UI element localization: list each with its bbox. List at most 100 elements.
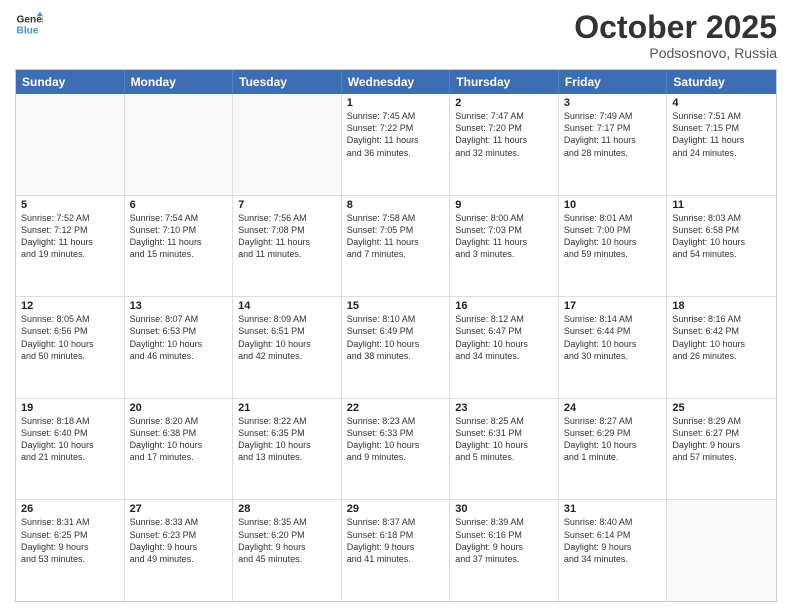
day-number: 23 [455,402,553,414]
day-number: 22 [347,402,445,414]
day-number: 3 [564,97,662,109]
header-cell-sunday: Sunday [16,70,125,94]
cal-cell: 27Sunrise: 8:33 AMSunset: 6:23 PMDayligh… [125,500,234,601]
day-number: 4 [672,97,771,109]
cal-cell: 26Sunrise: 8:31 AMSunset: 6:25 PMDayligh… [16,500,125,601]
cal-cell: 22Sunrise: 8:23 AMSunset: 6:33 PMDayligh… [342,399,451,500]
cell-text: Sunrise: 8:23 AMSunset: 6:33 PMDaylight:… [347,415,445,464]
day-number: 18 [672,300,771,312]
cal-cell: 14Sunrise: 8:09 AMSunset: 6:51 PMDayligh… [233,297,342,398]
day-number: 16 [455,300,553,312]
month-title: October 2025 [574,10,777,45]
cal-cell: 20Sunrise: 8:20 AMSunset: 6:38 PMDayligh… [125,399,234,500]
cal-row-1: 5Sunrise: 7:52 AMSunset: 7:12 PMDaylight… [16,196,776,298]
day-number: 1 [347,97,445,109]
cal-row-3: 19Sunrise: 8:18 AMSunset: 6:40 PMDayligh… [16,399,776,501]
day-number: 6 [130,199,228,211]
cal-cell [125,94,234,195]
cell-text: Sunrise: 7:49 AMSunset: 7:17 PMDaylight:… [564,110,662,159]
svg-text:Blue: Blue [17,25,39,36]
cell-text: Sunrise: 8:07 AMSunset: 6:53 PMDaylight:… [130,313,228,362]
cell-text: Sunrise: 8:01 AMSunset: 7:00 PMDaylight:… [564,212,662,261]
cell-text: Sunrise: 7:51 AMSunset: 7:15 PMDaylight:… [672,110,771,159]
cell-text: Sunrise: 8:12 AMSunset: 6:47 PMDaylight:… [455,313,553,362]
cal-cell: 5Sunrise: 7:52 AMSunset: 7:12 PMDaylight… [16,196,125,297]
day-number: 21 [238,402,336,414]
cal-row-0: 1Sunrise: 7:45 AMSunset: 7:22 PMDaylight… [16,94,776,196]
day-number: 31 [564,503,662,515]
header-cell-friday: Friday [559,70,668,94]
cell-text: Sunrise: 8:25 AMSunset: 6:31 PMDaylight:… [455,415,553,464]
day-number: 14 [238,300,336,312]
day-number: 13 [130,300,228,312]
cell-text: Sunrise: 8:33 AMSunset: 6:23 PMDaylight:… [130,516,228,565]
cal-cell [667,500,776,601]
day-number: 9 [455,199,553,211]
day-number: 24 [564,402,662,414]
header-cell-thursday: Thursday [450,70,559,94]
cal-cell: 23Sunrise: 8:25 AMSunset: 6:31 PMDayligh… [450,399,559,500]
day-number: 20 [130,402,228,414]
header-cell-wednesday: Wednesday [342,70,451,94]
cell-text: Sunrise: 8:22 AMSunset: 6:35 PMDaylight:… [238,415,336,464]
cell-text: Sunrise: 8:03 AMSunset: 6:58 PMDaylight:… [672,212,771,261]
cell-text: Sunrise: 8:37 AMSunset: 6:18 PMDaylight:… [347,516,445,565]
cal-cell: 19Sunrise: 8:18 AMSunset: 6:40 PMDayligh… [16,399,125,500]
day-number: 19 [21,402,119,414]
cal-cell: 9Sunrise: 8:00 AMSunset: 7:03 PMDaylight… [450,196,559,297]
cal-cell: 3Sunrise: 7:49 AMSunset: 7:17 PMDaylight… [559,94,668,195]
cal-cell [233,94,342,195]
header-cell-saturday: Saturday [667,70,776,94]
header-cell-tuesday: Tuesday [233,70,342,94]
day-number: 12 [21,300,119,312]
cell-text: Sunrise: 8:09 AMSunset: 6:51 PMDaylight:… [238,313,336,362]
cal-cell: 8Sunrise: 7:58 AMSunset: 7:05 PMDaylight… [342,196,451,297]
cell-text: Sunrise: 7:45 AMSunset: 7:22 PMDaylight:… [347,110,445,159]
cal-cell: 29Sunrise: 8:37 AMSunset: 6:18 PMDayligh… [342,500,451,601]
day-number: 28 [238,503,336,515]
cell-text: Sunrise: 8:16 AMSunset: 6:42 PMDaylight:… [672,313,771,362]
cell-text: Sunrise: 8:20 AMSunset: 6:38 PMDaylight:… [130,415,228,464]
cell-text: Sunrise: 8:35 AMSunset: 6:20 PMDaylight:… [238,516,336,565]
cell-text: Sunrise: 8:27 AMSunset: 6:29 PMDaylight:… [564,415,662,464]
cell-text: Sunrise: 8:40 AMSunset: 6:14 PMDaylight:… [564,516,662,565]
cell-text: Sunrise: 8:00 AMSunset: 7:03 PMDaylight:… [455,212,553,261]
cell-text: Sunrise: 8:29 AMSunset: 6:27 PMDaylight:… [672,415,771,464]
cell-text: Sunrise: 7:58 AMSunset: 7:05 PMDaylight:… [347,212,445,261]
day-number: 25 [672,402,771,414]
day-number: 11 [672,199,771,211]
cal-cell: 2Sunrise: 7:47 AMSunset: 7:20 PMDaylight… [450,94,559,195]
cell-text: Sunrise: 7:56 AMSunset: 7:08 PMDaylight:… [238,212,336,261]
calendar: SundayMondayTuesdayWednesdayThursdayFrid… [15,69,777,602]
title-block: October 2025 Podsosnovo, Russia [574,10,777,61]
day-number: 27 [130,503,228,515]
calendar-header: SundayMondayTuesdayWednesdayThursdayFrid… [16,70,776,94]
cell-text: Sunrise: 8:05 AMSunset: 6:56 PMDaylight:… [21,313,119,362]
day-number: 2 [455,97,553,109]
cell-text: Sunrise: 7:54 AMSunset: 7:10 PMDaylight:… [130,212,228,261]
cal-cell: 1Sunrise: 7:45 AMSunset: 7:22 PMDaylight… [342,94,451,195]
cal-cell: 25Sunrise: 8:29 AMSunset: 6:27 PMDayligh… [667,399,776,500]
cal-cell [16,94,125,195]
cal-cell: 15Sunrise: 8:10 AMSunset: 6:49 PMDayligh… [342,297,451,398]
cal-cell: 11Sunrise: 8:03 AMSunset: 6:58 PMDayligh… [667,196,776,297]
cal-cell: 28Sunrise: 8:35 AMSunset: 6:20 PMDayligh… [233,500,342,601]
cal-cell: 13Sunrise: 8:07 AMSunset: 6:53 PMDayligh… [125,297,234,398]
cal-cell: 4Sunrise: 7:51 AMSunset: 7:15 PMDaylight… [667,94,776,195]
cal-cell: 16Sunrise: 8:12 AMSunset: 6:47 PMDayligh… [450,297,559,398]
cal-cell: 12Sunrise: 8:05 AMSunset: 6:56 PMDayligh… [16,297,125,398]
day-number: 5 [21,199,119,211]
cal-cell: 21Sunrise: 8:22 AMSunset: 6:35 PMDayligh… [233,399,342,500]
location: Podsosnovo, Russia [574,45,777,61]
day-number: 7 [238,199,336,211]
day-number: 15 [347,300,445,312]
logo-icon: General Blue [15,10,43,38]
cal-cell: 7Sunrise: 7:56 AMSunset: 7:08 PMDaylight… [233,196,342,297]
day-number: 17 [564,300,662,312]
calendar-body: 1Sunrise: 7:45 AMSunset: 7:22 PMDaylight… [16,94,776,601]
cal-row-2: 12Sunrise: 8:05 AMSunset: 6:56 PMDayligh… [16,297,776,399]
cal-cell: 24Sunrise: 8:27 AMSunset: 6:29 PMDayligh… [559,399,668,500]
day-number: 8 [347,199,445,211]
cal-cell: 6Sunrise: 7:54 AMSunset: 7:10 PMDaylight… [125,196,234,297]
day-number: 26 [21,503,119,515]
